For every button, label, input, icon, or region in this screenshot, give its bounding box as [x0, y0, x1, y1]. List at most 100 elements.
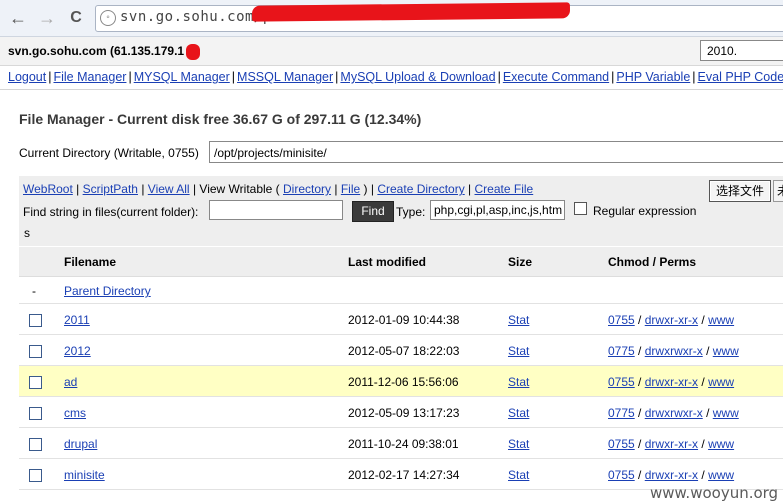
table-row: 2011 2012-01-09 10:44:38 Stat 0755 / drwxr-…: [19, 304, 783, 335]
file-name-link[interactable]: cms: [64, 406, 86, 420]
stat-link[interactable]: Stat: [508, 437, 529, 451]
header-size[interactable]: Size: [508, 255, 532, 269]
perms-link[interactable]: drwxr-xr-x: [645, 375, 698, 389]
header-chmod[interactable]: Chmod / Perms: [608, 255, 696, 269]
slash: /: [638, 375, 642, 389]
owner-link[interactable]: www: [713, 406, 739, 420]
perms-cell: 0755 / drwxr-xr-x / www: [608, 437, 734, 451]
owner-link[interactable]: www: [713, 344, 739, 358]
back-button[interactable]: ←: [8, 8, 28, 28]
menu-item-logout[interactable]: Logout: [8, 70, 46, 84]
menu-divider: [0, 89, 783, 90]
slash: /: [701, 437, 705, 451]
page-title: File Manager - Current disk free 36.67 G…: [19, 111, 422, 127]
menu-item-mssql-manager[interactable]: MSSQL Manager: [237, 70, 333, 84]
find-input[interactable]: [209, 200, 343, 220]
view-writable-file-link[interactable]: File: [341, 182, 360, 196]
redaction-mark-2: [186, 44, 200, 60]
scriptpath-link[interactable]: ScriptPath: [83, 182, 138, 196]
file-name-link[interactable]: minisite: [64, 468, 105, 482]
last-modified: 2012-02-17 14:27:34: [348, 468, 460, 482]
owner-link[interactable]: www: [708, 375, 734, 389]
menu-item-eval-php-code[interactable]: Eval PHP Code: [698, 70, 783, 84]
perms-link[interactable]: drwxr-xr-x: [645, 313, 698, 327]
table-row: ad 2011-12-06 15:56:06 Stat 0755 / drwxr-xr…: [19, 366, 783, 397]
create-directory-link[interactable]: Create Directory: [377, 182, 464, 196]
slash: /: [638, 313, 642, 327]
no-file-chosen-label: 未: [773, 180, 783, 202]
owner-link[interactable]: www: [708, 468, 734, 482]
menu-item-php-variable[interactable]: PHP Variable: [616, 70, 690, 84]
row-checkbox[interactable]: [29, 438, 42, 451]
tools-panel: WebRoot | ScriptPath | View All | View W…: [19, 176, 783, 246]
owner-link[interactable]: www: [708, 313, 734, 327]
chmod-link[interactable]: 0755: [608, 437, 635, 451]
perms-link[interactable]: drwxrwxr-x: [645, 406, 703, 420]
file-name-link[interactable]: drupal: [64, 437, 97, 451]
stat-link[interactable]: Stat: [508, 468, 529, 482]
last-modified: 2012-01-09 10:44:38: [348, 313, 460, 327]
owner-link[interactable]: www: [708, 437, 734, 451]
choose-file-button[interactable]: 选择文件: [709, 180, 771, 202]
current-directory-input[interactable]: /opt/projects/minisite/: [209, 141, 783, 163]
menu-item-mysql-upload-download[interactable]: MySQL Upload & Download: [340, 70, 495, 84]
browser-toolbar: ← → C ◦ svn.go.sohu.com/p: [0, 0, 783, 37]
redaction-mark: [251, 2, 571, 22]
view-writable-label: View Writable (: [199, 182, 280, 196]
regex-checkbox[interactable]: [574, 202, 587, 215]
view-writable-directory-link[interactable]: Directory: [283, 182, 331, 196]
parent-directory-link[interactable]: Parent Directory: [64, 284, 151, 298]
perms-link[interactable]: drwxr-xr-x: [645, 468, 698, 482]
file-name-link[interactable]: ad: [64, 375, 77, 389]
table-row: drupal 2011-10-24 09:38:01 Stat 0755 / drwx…: [19, 428, 783, 459]
chmod-link[interactable]: 0775: [608, 344, 635, 358]
chmod-link[interactable]: 0755: [608, 468, 635, 482]
menu-item-mysql-manager[interactable]: MYSQL Manager: [134, 70, 230, 84]
row-checkbox[interactable]: [29, 469, 42, 482]
menu-separator: |: [128, 70, 132, 84]
webroot-link[interactable]: WebRoot: [23, 182, 73, 196]
chmod-link[interactable]: 0755: [608, 375, 635, 389]
menu-item-file-manager[interactable]: File Manager: [53, 70, 126, 84]
perms-cell: 0755 / drwxr-xr-x / www: [608, 313, 734, 327]
stat-link[interactable]: Stat: [508, 406, 529, 420]
create-file-link[interactable]: Create File: [475, 182, 534, 196]
stat-link[interactable]: Stat: [508, 344, 529, 358]
perms-cell: 0775 / drwxrwxr-x / www: [608, 406, 739, 420]
perms-cell: 0755 / drwxr-xr-x / www: [608, 468, 734, 482]
file-name-link[interactable]: 2012: [64, 344, 91, 358]
view-all-link[interactable]: View All: [148, 182, 190, 196]
header-filename[interactable]: Filename: [64, 255, 116, 269]
forward-button[interactable]: →: [37, 8, 57, 28]
globe-icon: ◦: [100, 10, 116, 26]
menu-item-execute-command[interactable]: Execute Command: [503, 70, 609, 84]
stat-link[interactable]: Stat: [508, 313, 529, 327]
last-modified: 2012-05-09 13:17:23: [348, 406, 460, 420]
row-checkbox[interactable]: [29, 314, 42, 327]
charset-select[interactable]: 2010.: [700, 40, 783, 61]
parent-dash: -: [32, 284, 36, 298]
row-checkbox[interactable]: [29, 376, 42, 389]
reload-button[interactable]: C: [66, 8, 86, 28]
chmod-link[interactable]: 0775: [608, 406, 635, 420]
perms-link[interactable]: drwxrwxr-x: [645, 344, 703, 358]
stat-link[interactable]: Stat: [508, 375, 529, 389]
url-text[interactable]: svn.go.sohu.com/p: [120, 9, 272, 25]
chmod-link[interactable]: 0755: [608, 313, 635, 327]
type-input[interactable]: php,cgi,pl,asp,inc,js,htm: [430, 200, 565, 220]
slash: /: [638, 344, 642, 358]
slash: /: [706, 406, 710, 420]
table-row: 2012 2012-05-07 18:22:03 Stat 0775 / drwxrw…: [19, 335, 783, 366]
separator: |: [334, 182, 338, 196]
wrapped-text: s: [24, 226, 30, 240]
file-name-link[interactable]: 2011: [64, 313, 90, 327]
row-checkbox[interactable]: [29, 407, 42, 420]
row-checkbox[interactable]: [29, 345, 42, 358]
find-button[interactable]: Find: [352, 201, 394, 222]
watermark: www.wooyun.org: [650, 484, 779, 502]
last-modified: 2011-12-06 15:56:06: [348, 375, 459, 389]
slash: /: [706, 344, 710, 358]
header-last-modified[interactable]: Last modified: [348, 255, 426, 269]
perms-link[interactable]: drwxr-xr-x: [645, 437, 698, 451]
main-menu: Logout | File Manager | MYSQL Manager | MSSQL …: [8, 70, 783, 84]
